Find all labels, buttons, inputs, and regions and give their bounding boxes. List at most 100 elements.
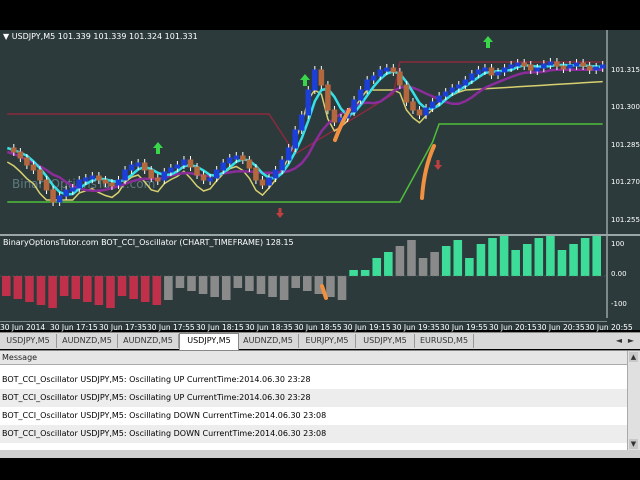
bear-candle (397, 71, 403, 86)
bull-candle (76, 179, 83, 189)
bull-candle (89, 175, 96, 180)
oscillator-panel[interactable]: 100 0.00 -100 BinaryOptionsTutor.com BOT… (0, 232, 640, 318)
time-label: 30 Jun 2014 (0, 323, 45, 332)
scroll-up-icon[interactable]: ▲ (629, 352, 638, 362)
oscillator-bar (164, 276, 173, 300)
oscillator-bar (268, 276, 277, 297)
bull-candle (449, 87, 455, 93)
bear-candle (325, 84, 331, 111)
price-label: 101.270 (611, 178, 640, 186)
bear-candle (390, 67, 397, 73)
oscillator-bar (511, 250, 520, 276)
bear-candle (17, 151, 24, 159)
oscillator-bar (522, 244, 532, 276)
oscillator-bar (36, 276, 46, 305)
chart-window[interactable]: BinaryOptionsTutor.com 101.315 101.300 1… (0, 30, 640, 332)
bear-candle (331, 109, 338, 123)
scroll-down-icon[interactable]: ▼ (629, 439, 638, 449)
bull-candle (83, 177, 89, 182)
oscillator-bar (337, 276, 347, 300)
bear-candle (24, 157, 30, 166)
oscillator-bar (129, 276, 138, 299)
tab-eurjpy-m5[interactable]: EURJPY,M5 (299, 334, 356, 348)
bull-candle (272, 169, 279, 179)
bull-candle (482, 67, 488, 72)
terminal-vertical-scrollbar[interactable]: ▲ ▼ (627, 351, 640, 451)
oscillator-bar (59, 276, 69, 296)
oscillator-bar (488, 238, 497, 276)
bear-candle (50, 189, 56, 203)
oscillator-bar (372, 258, 382, 276)
oscillator-chart[interactable]: 100 0.00 -100 (0, 232, 640, 318)
bull-candle (423, 107, 429, 116)
oscillator-bar (418, 258, 428, 276)
price-label: 101.255 (611, 216, 640, 224)
oscillator-bar (291, 276, 300, 288)
terminal-horizontal-scrollbar[interactable] (0, 450, 640, 458)
orange-signal-stroke (320, 284, 328, 300)
bear-candle (30, 164, 37, 171)
price-chart[interactable]: BinaryOptionsTutor.com 101.315 101.300 1… (0, 30, 640, 234)
down-arrow-icon (434, 160, 442, 170)
oscillator-level-label: 0.00 (611, 270, 627, 278)
message-row[interactable]: BOT_CCI_Oscillator USDJPY,M5: Oscillatin… (0, 371, 627, 389)
bear-candle (187, 159, 194, 168)
tab-audnzd-m5[interactable]: AUDNZD,M5 (57, 334, 118, 348)
tabs-scroll-right-button[interactable]: ► (626, 335, 636, 347)
bull-candle (501, 67, 508, 73)
bull-candle (442, 91, 449, 97)
oscillator-bar (210, 276, 219, 297)
oscillator-bar (279, 276, 289, 300)
bull-candle (168, 167, 174, 173)
bull-candle (534, 67, 541, 72)
tab-eurusd-m5[interactable]: EURUSD,M5 (415, 334, 474, 348)
tab-usdjpy-m5-active[interactable]: USDJPY,M5 (179, 333, 239, 350)
bull-candle (462, 79, 469, 86)
bear-candle (259, 179, 266, 186)
oscillator-level-label: -100 (611, 300, 627, 308)
up-arrow-icon (483, 36, 493, 48)
price-chart-panel[interactable]: BinaryOptionsTutor.com 101.315 101.300 1… (0, 30, 640, 234)
price-label: 101.300 (611, 103, 640, 111)
bull-candle (298, 114, 305, 131)
tab-usdjpy-m5[interactable]: USDJPY,M5 (356, 334, 415, 348)
oscillator-bar (140, 276, 150, 302)
down-arrow-icon (276, 208, 284, 218)
bull-candle (475, 69, 482, 75)
message-row[interactable]: BOT_CCI_Oscillator USDJPY,M5: Oscillatin… (0, 407, 627, 425)
chart-tabs-bar: USDJPY,M5 AUDNZD,M5 AUDNZD,M5 USDJPY,M5 … (0, 332, 640, 350)
time-label: 30 Jun 18:55 (294, 323, 342, 332)
price-axis (607, 30, 640, 234)
bear-candle (43, 179, 50, 191)
bull-candle (122, 169, 128, 181)
bull-candle (456, 84, 462, 89)
bear-candle (11, 147, 17, 153)
oscillator-bar (94, 276, 104, 305)
bull-candle (135, 162, 141, 167)
oscillator-level-label: 100 (611, 240, 624, 248)
tabs-scroll-left-button[interactable]: ◄ (614, 335, 624, 347)
oscillator-bar (48, 276, 57, 308)
bear-candle (586, 65, 593, 71)
oscillator-bar (476, 244, 486, 276)
oscillator-bar (71, 276, 81, 299)
tab-usdjpy-m5[interactable]: USDJPY,M5 (0, 334, 57, 348)
bull-candle (495, 71, 501, 76)
oscillator-bar (360, 270, 370, 276)
tab-audnzd-m5[interactable]: AUDNZD,M5 (118, 334, 179, 348)
bear-candle (488, 67, 495, 76)
oscillator-bar (326, 276, 335, 297)
oscillator-bar (580, 238, 590, 276)
bull-candle (436, 95, 442, 103)
tab-audnzd-m5[interactable]: AUDNZD,M5 (238, 334, 299, 348)
bear-candle (141, 162, 148, 171)
bear-candle (580, 62, 586, 67)
message-column-header[interactable]: Message (0, 351, 627, 365)
oscillator-bar (83, 276, 92, 302)
message-row[interactable]: BOT_CCI_Oscillator USDJPY,M5: Oscillatin… (0, 389, 627, 407)
bear-candle (403, 84, 410, 103)
bull-candle (364, 79, 370, 91)
bull-candle (508, 64, 514, 69)
message-row[interactable]: BOT_CCI_Oscillator USDJPY,M5: Oscillatin… (0, 425, 627, 443)
bear-candle (560, 65, 567, 70)
